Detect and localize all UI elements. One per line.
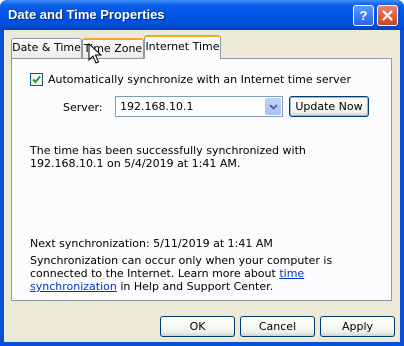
tab-label: Internet Time (145, 40, 220, 53)
dialog-client-area: Date & Time Time Zone Internet Time Auto… (4, 30, 400, 342)
ok-button[interactable]: OK (160, 316, 235, 337)
server-dropdown-button[interactable] (265, 98, 281, 115)
auto-sync-label: Automatically synchronize with an Intern… (48, 73, 351, 86)
mouse-cursor-icon (88, 43, 102, 64)
cancel-button[interactable]: Cancel (240, 316, 315, 337)
checkmark-icon (32, 75, 41, 84)
window-title: Date and Time Properties (8, 7, 165, 22)
server-label: Server: (63, 101, 103, 114)
server-combobox[interactable]: 192.168.10.1 (115, 96, 283, 117)
tab-internet-time[interactable]: Internet Time (144, 35, 221, 59)
apply-button[interactable]: Apply (320, 316, 395, 337)
svg-text:?: ? (360, 9, 368, 22)
close-icon (382, 10, 393, 21)
close-button[interactable] (377, 5, 398, 26)
help-button[interactable]: ? (353, 5, 374, 26)
sync-note: Synchronization can occur only when your… (30, 254, 382, 293)
dialog-window: Date and Time Properties ? Date & Time T… (0, 0, 404, 346)
auto-sync-row[interactable]: Automatically synchronize with an Intern… (30, 73, 351, 86)
update-now-button[interactable]: Update Now (289, 96, 369, 117)
next-sync-text: Next synchronization: 5/11/2019 at 1:41 … (30, 237, 273, 250)
title-bar[interactable]: Date and Time Properties ? (0, 0, 404, 30)
internet-time-panel: Automatically synchronize with an Intern… (11, 58, 392, 301)
question-icon: ? (360, 9, 368, 22)
server-value: 192.168.10.1 (120, 100, 194, 113)
tab-date-time[interactable]: Date & Time (11, 38, 82, 58)
chevron-down-icon (268, 103, 278, 110)
note-text-after: in Help and Support Center. (116, 280, 274, 293)
tab-label: Date & Time (12, 41, 81, 54)
auto-sync-checkbox[interactable] (30, 73, 43, 86)
sync-status-message: The time has been successfully synchroni… (30, 144, 306, 170)
